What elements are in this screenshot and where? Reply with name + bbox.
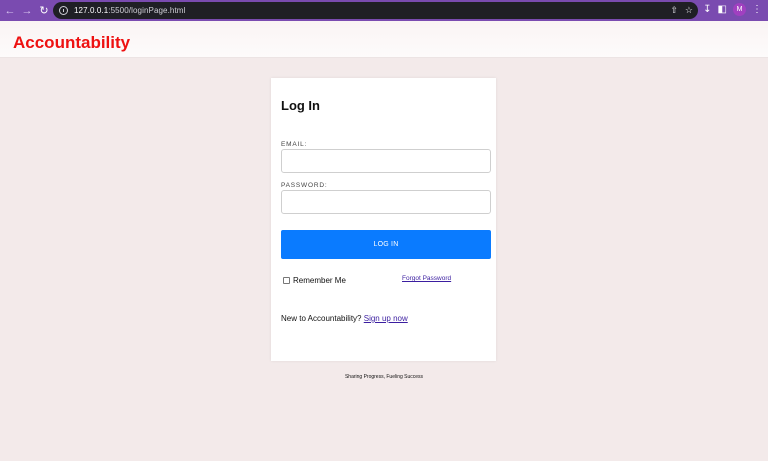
back-arrow-icon[interactable]: ← (3, 4, 17, 18)
share-icon[interactable]: ⇧ (670, 5, 678, 16)
forgot-password-link[interactable]: Forgot Password (402, 275, 451, 282)
url-host: 127.0.0.1 (74, 6, 109, 15)
address-bar[interactable]: 127.0.0.1:5500/loginPage.html ⇧ ☆ (53, 2, 698, 19)
login-card: Log In EMAIL: PASSWORD: LOG IN Remember … (271, 78, 496, 361)
signup-prompt-text: New to Accountability? (281, 314, 362, 323)
remember-me-label[interactable]: Remember Me (293, 276, 346, 285)
browser-toolbar: ← → ↻ 127.0.0.1:5500/loginPage.html ⇧ ☆ … (0, 0, 768, 21)
url-path: :5500/loginPage.html (108, 6, 186, 15)
signup-link[interactable]: Sign up now (364, 314, 408, 323)
password-field[interactable] (281, 190, 491, 214)
password-label: PASSWORD: (281, 182, 328, 189)
login-title: Log In (281, 98, 320, 113)
profile-avatar[interactable]: M (733, 3, 746, 16)
login-button[interactable]: LOG IN (281, 230, 491, 259)
remember-me-checkbox[interactable] (283, 277, 290, 284)
email-label: EMAIL: (281, 141, 308, 148)
signup-prompt: New to Accountability? Sign up now (281, 314, 408, 323)
site-header: Accountability (0, 21, 768, 58)
reload-icon[interactable]: ↻ (37, 4, 51, 18)
remember-me[interactable]: Remember Me (283, 276, 346, 285)
footer-tagline: Sharing Progress, Fueling Success (344, 374, 424, 380)
kebab-menu-icon[interactable]: ⋮ (752, 4, 762, 15)
brand-logo-text[interactable]: Accountability (13, 33, 130, 53)
forward-arrow-icon[interactable]: → (20, 4, 34, 18)
email-field[interactable] (281, 149, 491, 173)
url-text[interactable]: 127.0.0.1:5500/loginPage.html (74, 6, 185, 15)
side-panel-icon[interactable]: ◧ (718, 4, 727, 15)
bookmark-star-icon[interactable]: ☆ (685, 5, 693, 16)
download-icon[interactable]: ↧ (703, 4, 711, 15)
site-info-icon[interactable] (59, 6, 68, 15)
